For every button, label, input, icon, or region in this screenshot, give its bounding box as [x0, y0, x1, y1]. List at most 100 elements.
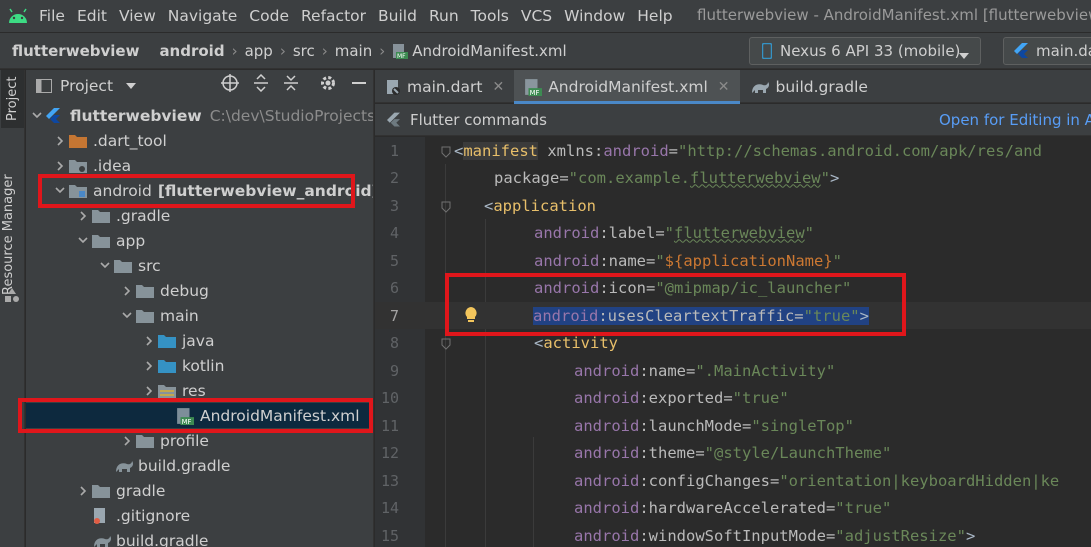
chevron-right-icon[interactable]: [51, 160, 69, 171]
tree-node[interactable]: app: [74, 228, 145, 253]
chevron-down-icon[interactable]: [74, 237, 92, 244]
tree-node-label: app: [116, 231, 146, 250]
line-number: 5: [389, 251, 399, 270]
run-config-selector[interactable]: main.da: [1003, 37, 1091, 65]
fold-icon[interactable]: [441, 336, 451, 354]
tree-node-root[interactable]: flutterwebview C:\dev\StudioProjects\flu: [28, 103, 373, 128]
chevron-down-icon[interactable]: [28, 112, 46, 119]
tab-android-manifest[interactable]: MF AndroidManifest.xml ✕: [514, 70, 740, 104]
lightbulb-icon[interactable]: [464, 306, 478, 328]
tree-node-label: java: [182, 331, 215, 350]
flutter-commands-label[interactable]: Flutter commands: [410, 111, 547, 129]
breadcrumb-item[interactable]: app: [245, 42, 273, 60]
svg-text:MF: MF: [397, 53, 406, 59]
chevron-right-icon: ›: [321, 41, 328, 60]
tree-node[interactable]: res: [140, 378, 206, 403]
chevron-right-icon[interactable]: [74, 485, 92, 496]
menu-window[interactable]: Window: [558, 7, 631, 25]
chevron-right-icon[interactable]: [51, 135, 69, 146]
tree-node[interactable]: gradle: [74, 478, 165, 503]
gitignore-file-icon: [92, 507, 114, 525]
chevron-right-icon[interactable]: [140, 335, 158, 346]
tree-node[interactable]: java: [140, 328, 214, 353]
device-selector[interactable]: Nexus 6 API 33 (mobile): [749, 37, 981, 65]
tree-node-android[interactable]: android [flutterwebview_android]: [51, 178, 373, 203]
menu-run[interactable]: Run: [423, 7, 465, 25]
menu-edit[interactable]: Edit: [71, 7, 113, 25]
tree-node[interactable]: profile: [118, 428, 209, 453]
chevron-right-icon[interactable]: [140, 385, 158, 396]
tree-node-label: debug: [160, 281, 209, 300]
project-tool-tab[interactable]: Project: [1, 70, 24, 128]
open-for-editing-link[interactable]: Open for Editing in An: [939, 111, 1091, 129]
tree-node[interactable]: .gitignore: [74, 503, 190, 528]
menu-build[interactable]: Build: [372, 7, 423, 25]
menu-help[interactable]: Help: [631, 7, 678, 25]
tree-node[interactable]: debug: [118, 278, 209, 303]
code-line: 3 <application: [375, 192, 1091, 219]
project-panel: Project flutterwebview C:\dev\StudioProj…: [26, 70, 374, 547]
code-line: 11 android:launchMode="singleTop": [375, 412, 1091, 439]
line-number: 9: [389, 361, 399, 380]
tab-main-dart[interactable]: main.dart ✕: [375, 70, 514, 103]
close-icon[interactable]: ✕: [492, 79, 504, 95]
chevron-down-icon[interactable]: [96, 262, 114, 269]
source-folder-icon: [158, 358, 180, 373]
tree-node[interactable]: build.gradle: [74, 528, 208, 547]
tree-node[interactable]: build.gradle: [96, 453, 230, 478]
chevron-right-icon[interactable]: [74, 210, 92, 221]
chevron-right-icon[interactable]: [140, 360, 158, 371]
breadcrumb-item[interactable]: src: [293, 42, 315, 60]
folder-icon: [69, 133, 91, 148]
menu-navigate[interactable]: Navigate: [162, 7, 244, 25]
menu-vcs[interactable]: VCS: [515, 7, 558, 25]
locate-file-icon[interactable]: [221, 74, 239, 96]
project-view-title[interactable]: Project: [60, 77, 113, 95]
code-line: 5 android:name="${applicationName}": [375, 247, 1091, 274]
chevron-right-icon: ›: [279, 41, 286, 60]
fold-icon[interactable]: [441, 199, 451, 217]
tree-node[interactable]: src: [96, 253, 161, 278]
tree-node-manifest-selected[interactable]: MF AndroidManifest.xml: [26, 403, 373, 428]
chevron-down-icon[interactable]: [118, 312, 136, 319]
chevron-down-icon[interactable]: [125, 82, 137, 90]
chevron-right-icon[interactable]: [118, 435, 136, 446]
tree-node[interactable]: main: [118, 303, 199, 328]
breadcrumb-item[interactable]: main: [335, 42, 372, 60]
gear-icon[interactable]: [319, 74, 337, 96]
project-panel-header: Project: [26, 70, 373, 102]
tree-node[interactable]: .idea: [51, 153, 131, 178]
menu-view[interactable]: View: [113, 7, 162, 25]
menu-refactor[interactable]: Refactor: [295, 7, 372, 25]
menu-file[interactable]: File: [33, 7, 71, 25]
resource-manager-tab[interactable]: Resource Manager: [1, 164, 16, 306]
project-view-icon: [36, 79, 52, 93]
breadcrumb-file-label: AndroidManifest.xml: [412, 41, 567, 60]
chevron-down-icon[interactable]: [51, 187, 69, 194]
breadcrumb-item[interactable]: flutterwebview: [12, 42, 139, 60]
chevron-right-icon[interactable]: [118, 285, 136, 296]
collapse-all-icon[interactable]: [283, 74, 299, 96]
close-icon[interactable]: ✕: [718, 79, 730, 95]
tab-label: build.gradle: [775, 77, 868, 96]
breadcrumb-item[interactable]: android: [159, 42, 224, 60]
code-editor[interactable]: 1 <manifest xmlns:android="http://schema…: [375, 137, 1091, 547]
tree-node-label: flutterwebview: [70, 106, 202, 125]
tree-node[interactable]: .dart_tool: [51, 128, 167, 153]
folder-icon: [92, 208, 114, 223]
resource-manager-icon: [5, 288, 19, 306]
menu-tools[interactable]: Tools: [465, 7, 515, 25]
folder-icon: [92, 483, 114, 498]
flutter-icon: [46, 107, 68, 124]
manifest-file-icon: MF: [176, 407, 198, 425]
breadcrumb-file[interactable]: MF AndroidManifest.xml: [392, 41, 567, 60]
flutter-icon: [387, 112, 400, 128]
minimize-icon[interactable]: [351, 74, 367, 96]
menu-code[interactable]: Code: [243, 7, 295, 25]
tree-node[interactable]: kotlin: [140, 353, 224, 378]
tree-node-label: .gradle: [116, 206, 171, 225]
expand-all-icon[interactable]: [253, 73, 269, 96]
fold-icon[interactable]: [441, 144, 451, 162]
tree-node[interactable]: .gradle: [74, 203, 170, 228]
tab-build-gradle[interactable]: build.gradle: [740, 70, 878, 103]
